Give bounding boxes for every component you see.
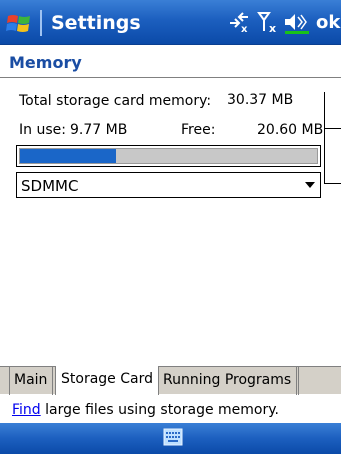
- heading-divider: [0, 77, 341, 78]
- signal-icon[interactable]: x: [256, 9, 282, 35]
- memory-usage-fill: [20, 149, 116, 163]
- ok-button[interactable]: ok: [316, 12, 340, 33]
- find-hint-text: large files using storage memory.: [40, 402, 279, 418]
- menu-bar: [0, 423, 341, 454]
- storage-card-selected: SDMMC: [21, 177, 79, 195]
- bracket-line: [324, 92, 325, 184]
- connectivity-icon[interactable]: x: [226, 9, 252, 35]
- title-separator: [40, 10, 42, 36]
- tab-storage-card[interactable]: Storage Card: [55, 366, 159, 395]
- total-memory-label: Total storage card memory:: [19, 93, 212, 109]
- bracket-tick-bottom: [324, 183, 341, 184]
- storage-card-select[interactable]: SDMMC: [16, 172, 321, 198]
- in-use-label: In use:: [19, 122, 66, 138]
- chevron-down-icon[interactable]: [305, 182, 315, 188]
- total-memory-value: 30.37 MB: [227, 92, 294, 108]
- find-link[interactable]: Find: [12, 402, 41, 418]
- tab-strip: Main Storage Card Running Programs: [0, 366, 341, 395]
- find-hint: Find large files using storage memory.: [12, 402, 279, 418]
- svg-text:x: x: [269, 22, 276, 35]
- svg-text:x: x: [241, 24, 248, 35]
- tab-running-programs[interactable]: Running Programs: [158, 367, 298, 395]
- memory-usage-bar: [16, 145, 321, 167]
- title-bar: Settings x x ok: [0, 0, 341, 45]
- free-value: 20.60 MB: [257, 122, 324, 138]
- memory-usage-track: [19, 148, 318, 164]
- page-title: Memory: [9, 53, 82, 72]
- windows-start-icon[interactable]: [4, 8, 36, 40]
- volume-icon[interactable]: [282, 9, 312, 35]
- keyboard-icon[interactable]: [163, 428, 183, 446]
- bracket-tick-top: [324, 128, 341, 129]
- window-title: Settings: [51, 12, 141, 34]
- tab-end-edge: [298, 367, 299, 395]
- tab-main[interactable]: Main: [9, 367, 54, 395]
- free-label: Free:: [181, 122, 216, 138]
- in-use-value: 9.77 MB: [70, 122, 128, 138]
